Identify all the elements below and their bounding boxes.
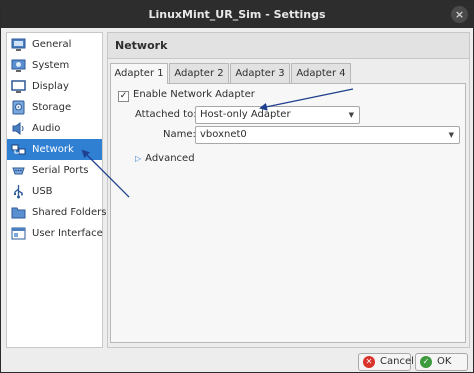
cancel-icon: ✕ <box>363 356 375 368</box>
cancel-label: Cancel <box>380 356 414 367</box>
sidebar-item-system[interactable]: System <box>7 55 102 76</box>
sidebar-item-label: USB <box>32 186 53 197</box>
sidebar-item-shared-folders[interactable]: Shared Folders <box>7 202 107 223</box>
ok-button[interactable]: ✓ OK <box>415 353 468 371</box>
enable-adapter-label[interactable]: Enable Network Adapter <box>133 89 255 100</box>
attached-to-label: Attached to: <box>135 109 197 120</box>
network-icon <box>11 142 26 157</box>
close-button[interactable]: × <box>451 6 468 23</box>
sidebar-item-audio[interactable]: Audio <box>7 118 102 139</box>
storage-icon <box>11 100 26 115</box>
sidebar-item-storage[interactable]: Storage <box>7 97 102 118</box>
sidebar-item-label: Serial Ports <box>32 165 89 176</box>
ok-label: OK <box>437 356 452 367</box>
audio-icon <box>11 121 26 136</box>
sidebar-item-label: User Interface <box>32 228 103 239</box>
attached-to-select[interactable]: Host-only Adapter ▼ <box>195 106 360 124</box>
name-select[interactable]: vboxnet0 ▼ <box>195 126 460 144</box>
sidebar-item-user-interface[interactable]: User Interface <box>7 223 103 244</box>
title-bar: LinuxMint_UR_Sim - Settings × <box>1 1 473 28</box>
window-title: LinuxMint_UR_Sim - Settings <box>148 8 326 21</box>
general-icon <box>11 37 26 52</box>
adapter-panel: ✓ Enable Network Adapter Attached to: Ho… <box>110 83 466 343</box>
display-icon <box>11 79 26 94</box>
system-icon <box>11 58 26 73</box>
ok-icon: ✓ <box>420 356 432 368</box>
tab-adapter-1[interactable]: Adapter 1 <box>110 63 168 84</box>
cancel-button[interactable]: ✕ Cancel <box>358 353 414 371</box>
sidebar-item-label: Storage <box>32 102 72 113</box>
sidebar-item-label: Audio <box>32 123 61 134</box>
sidebar-item-label: General <box>32 39 72 50</box>
network-page: Network Adapter 1 Adapter 2 Adapter 3 Ad… <box>107 32 470 348</box>
sidebar-item-label: Shared Folders <box>32 207 107 218</box>
enable-adapter-checkbox[interactable]: ✓ <box>118 91 129 102</box>
advanced-label: Advanced <box>145 153 195 164</box>
settings-sidebar: General System Display Storage Audio Net… <box>6 32 107 348</box>
sidebar-item-label: Network <box>32 144 74 155</box>
shared-folders-icon <box>11 205 26 220</box>
tab-adapter-3[interactable]: Adapter 3 <box>230 63 290 83</box>
settings-window: LinuxMint_UR_Sim - Settings × General Sy… <box>0 0 474 373</box>
sidebar-item-serial-ports[interactable]: Serial Ports <box>7 160 102 181</box>
usb-icon <box>11 184 26 199</box>
chevron-down-icon: ▼ <box>448 131 454 139</box>
sidebar-item-general[interactable]: General <box>7 34 102 55</box>
sidebar-item-usb[interactable]: USB <box>7 181 102 202</box>
sidebar-item-label: System <box>32 60 70 71</box>
chevron-down-icon: ▼ <box>348 111 354 119</box>
sidebar-item-display[interactable]: Display <box>7 76 102 97</box>
advanced-expander[interactable]: ▷ Advanced <box>135 153 195 164</box>
expand-triangle-icon: ▷ <box>135 154 142 163</box>
page-title: Network <box>108 33 469 59</box>
name-label: Name: <box>163 129 196 140</box>
attached-to-value: Host-only Adapter <box>200 109 291 120</box>
tab-adapter-2[interactable]: Adapter 2 <box>169 63 229 83</box>
sidebar-item-label: Display <box>32 81 69 92</box>
serial-ports-icon <box>11 163 26 178</box>
tab-adapter-4[interactable]: Adapter 4 <box>291 63 351 83</box>
user-interface-icon <box>11 226 26 241</box>
name-value: vboxnet0 <box>200 129 247 140</box>
sidebar-item-network[interactable]: Network <box>7 139 102 160</box>
